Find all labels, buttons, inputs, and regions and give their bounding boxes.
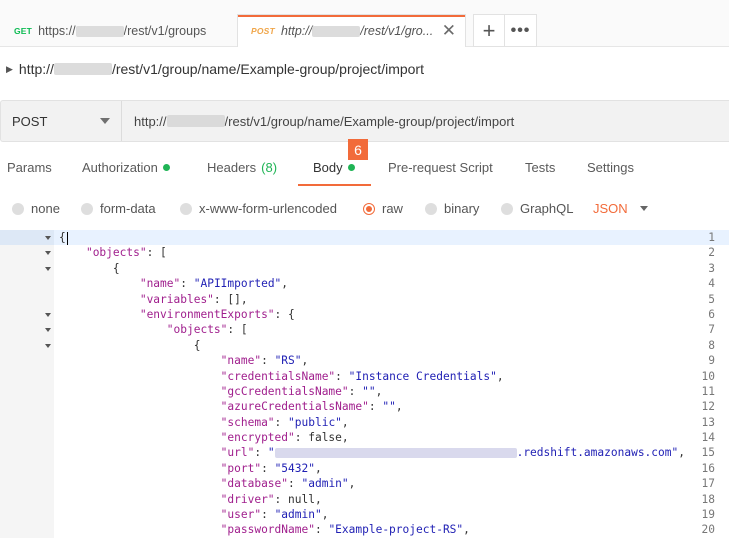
chevron-down-icon [100, 118, 110, 124]
tab-settings[interactable]: Settings [587, 160, 634, 175]
fold-arrow-icon[interactable] [45, 328, 51, 333]
tab-url: http:///rest/v1/gro... [280, 24, 434, 38]
redacted-host [53, 63, 112, 75]
request-options-tabs: Params Authorization Headers (8) Body Pre… [0, 152, 729, 186]
editor-line: 15 "url": " .redshift.amazonaws.com", [0, 445, 729, 461]
request-tab-post-import[interactable]: POST http:///rest/v1/gro... ✕ [237, 14, 466, 47]
fold-arrow-icon[interactable] [45, 236, 51, 240]
close-tab-icon[interactable]: ✕ [442, 22, 456, 40]
editor-line: 19 "user": "admin", [0, 507, 729, 523]
radio-icon [180, 202, 192, 215]
tab-body[interactable]: Body [313, 160, 355, 175]
editor-line: 18 "driver": null, [0, 491, 729, 508]
radio-icon [501, 202, 513, 215]
editor-line: 4 "name": "APIImported", [0, 276, 729, 292]
redacted-host [312, 26, 361, 38]
request-tab-get-groups[interactable]: GET https:///rest/v1/groups [0, 14, 232, 47]
active-tab-indicator [298, 184, 371, 186]
tab-authorization[interactable]: Authorization [82, 160, 170, 175]
redacted-host [75, 25, 124, 37]
editor-line: 11 "gcCredentialsName": "", [0, 383, 729, 400]
radio-icon [81, 202, 93, 215]
url-bar: POST http:///rest/v1/group/name/Example-… [0, 100, 729, 142]
editor-line: 10 "credentialsName": "Instance Credenti… [0, 368, 729, 384]
editor-line: 16 "port": "5432", [0, 460, 729, 477]
radio-form-data[interactable]: form-data [81, 201, 156, 216]
editor-line: 7 "objects": [ [0, 322, 729, 338]
radio-icon [425, 202, 437, 215]
editor-line: 17 "database": "admin", [0, 476, 729, 492]
body-code-editor[interactable]: 1{ 2 "objects": [ 3 { 4 "name": "APIImpo… [0, 230, 729, 542]
editor-line: 5 "variables": [], [0, 291, 729, 307]
radio-selected-icon [363, 202, 375, 215]
editor-line: 8 { [0, 337, 729, 354]
request-tab-strip: GET https:///rest/v1/groups POST http://… [0, 0, 729, 47]
editor-line: 1{ [0, 230, 729, 246]
radio-graphql[interactable]: GraphQL [501, 201, 573, 216]
radio-none[interactable]: none [12, 201, 60, 216]
radio-raw[interactable]: raw [363, 201, 403, 216]
expand-caret-icon[interactable]: ▶ [6, 64, 13, 75]
url-input[interactable]: http:///rest/v1/group/name/Example-group… [134, 101, 514, 141]
editor-line: 13 "schema": "public", [0, 414, 729, 431]
status-dot-icon [162, 164, 170, 171]
headers-count: (8) [261, 160, 278, 175]
tab-method-post: POST [251, 26, 275, 36]
new-tab-button[interactable]: + [473, 14, 505, 47]
status-dot-icon [347, 164, 355, 171]
format-dropdown[interactable]: JSON [593, 201, 648, 216]
radio-binary[interactable]: binary [425, 201, 479, 216]
body-type-options: none form-data x-www-form-urlencoded raw… [0, 197, 729, 223]
chevron-down-icon [639, 206, 648, 211]
editor-line: 9 "name": "RS", [0, 353, 729, 369]
editor-line: 12 "azureCredentialsName": "", [0, 399, 729, 415]
editor-line: 3 { [0, 260, 729, 277]
more-options-icon[interactable]: ••• [505, 14, 537, 47]
tab-tests[interactable]: Tests [525, 160, 555, 175]
radio-x-www-form-urlencoded[interactable]: x-www-form-urlencoded [180, 201, 337, 216]
redacted-host [166, 115, 225, 127]
editor-line: 2 "objects": [ [0, 245, 729, 261]
tab-url: https:///rest/v1/groups [38, 23, 207, 38]
fold-arrow-icon[interactable] [45, 312, 51, 317]
editor-line: 20 "passwordName": "Example-project-RS", [0, 522, 729, 538]
tab-method-get: GET [14, 25, 33, 36]
text-cursor [66, 231, 68, 245]
editor-line: 6 "environmentExports": { [0, 306, 729, 323]
fold-arrow-icon[interactable] [45, 343, 51, 348]
tab-pre-request-script[interactable]: Pre-request Script [388, 160, 493, 175]
radio-icon [12, 202, 24, 215]
tab-params[interactable]: Params [7, 160, 52, 175]
redacted-host [274, 448, 517, 459]
tab-headers[interactable]: Headers (8) [207, 160, 277, 175]
fold-arrow-icon[interactable] [45, 251, 51, 256]
editor-line: 14 "encrypted": false, [0, 430, 729, 446]
request-title[interactable]: ▶ http:// /rest/v1/group/name/Example-gr… [0, 55, 424, 83]
fold-arrow-icon[interactable] [45, 266, 51, 271]
method-dropdown[interactable]: POST [1, 101, 122, 141]
